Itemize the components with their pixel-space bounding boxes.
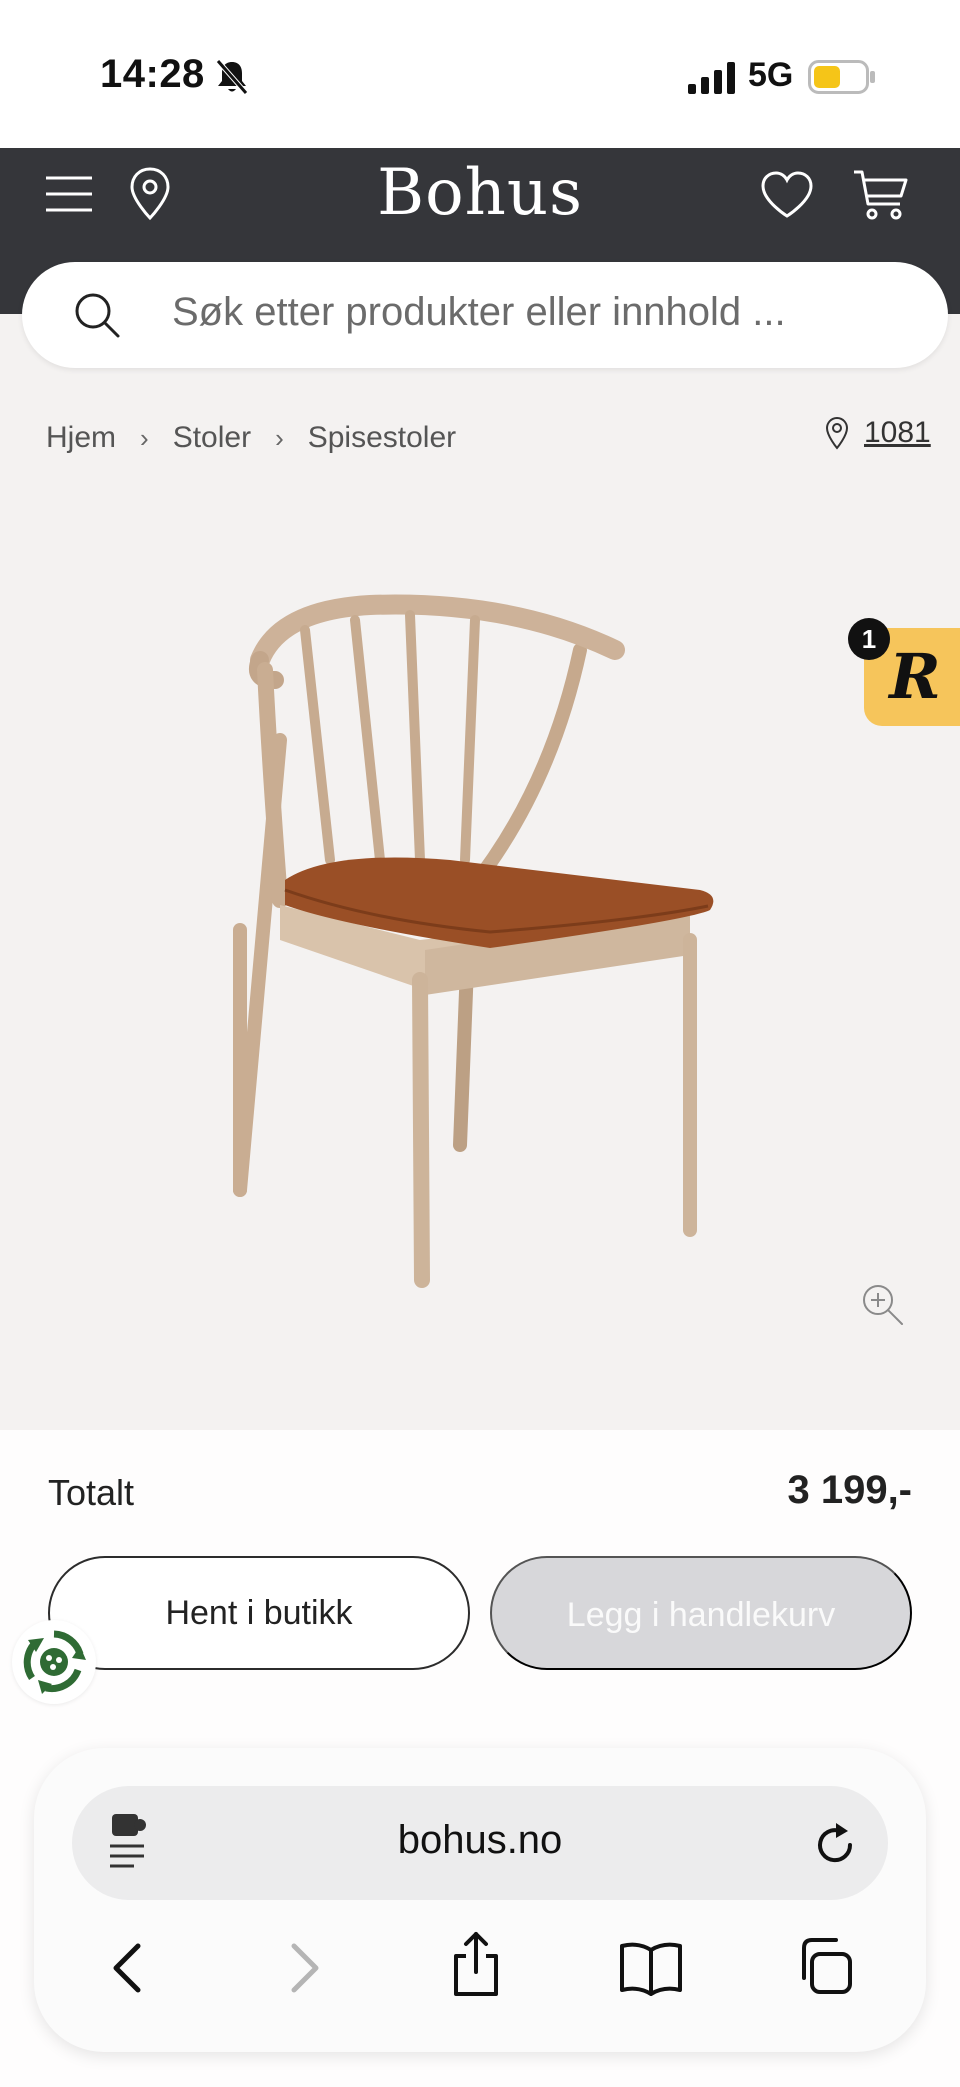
map-pin-icon xyxy=(825,416,849,450)
store-selector[interactable]: 1081 xyxy=(824,416,931,450)
reload-icon[interactable] xyxy=(810,1820,860,1870)
total-price: 3 199,- xyxy=(787,1468,912,1512)
bookmarks-icon[interactable] xyxy=(618,1940,684,1996)
pickup-in-store-button[interactable]: Hent i butikk xyxy=(48,1556,470,1670)
url-text[interactable]: bohus.no xyxy=(300,1818,660,1863)
chevron-right-icon: › xyxy=(275,422,284,453)
status-time: 14:28 xyxy=(100,52,205,96)
bohus-logo[interactable]: Bohus xyxy=(300,156,660,230)
network-type: 5G xyxy=(748,56,794,94)
signal-icon xyxy=(688,62,735,94)
back-icon[interactable] xyxy=(104,1940,152,1996)
search-icon[interactable] xyxy=(72,290,122,340)
heart-icon[interactable] xyxy=(760,170,814,220)
breadcrumb-dining-chairs[interactable]: Spisestoler xyxy=(308,421,456,455)
map-pin-icon[interactable] xyxy=(128,166,172,222)
recycle-icon[interactable] xyxy=(16,1624,92,1700)
product-image[interactable] xyxy=(220,590,740,1310)
notification-count: 1 xyxy=(848,618,890,660)
forward-icon[interactable] xyxy=(280,1940,328,1996)
breadcrumb: Hjem › Stoler › Spisestoler xyxy=(46,418,456,458)
share-icon[interactable] xyxy=(448,1930,504,1998)
zoom-in-icon[interactable] xyxy=(860,1282,904,1326)
search-input[interactable]: Søk etter produkter eller innhold ... xyxy=(22,262,948,368)
total-label: Totalt xyxy=(48,1472,135,1513)
store-label[interactable]: 1081 xyxy=(864,416,931,450)
tabs-icon[interactable] xyxy=(794,1936,854,1996)
rewards-letter[interactable]: R xyxy=(880,640,950,713)
chevron-right-icon: › xyxy=(140,422,149,453)
battery-icon xyxy=(808,60,875,94)
search-placeholder: Søk etter produkter eller innhold ... xyxy=(172,290,786,334)
bell-slash-icon xyxy=(216,59,248,95)
hamburger-icon[interactable] xyxy=(44,172,94,216)
breadcrumb-home[interactable]: Hjem xyxy=(46,421,116,455)
puzzle-icon[interactable] xyxy=(108,1812,148,1872)
breadcrumb-chairs[interactable]: Stoler xyxy=(173,421,251,455)
shopping-cart-icon[interactable] xyxy=(852,168,910,222)
add-to-cart-button[interactable]: Legg i handlekurv xyxy=(490,1556,912,1670)
